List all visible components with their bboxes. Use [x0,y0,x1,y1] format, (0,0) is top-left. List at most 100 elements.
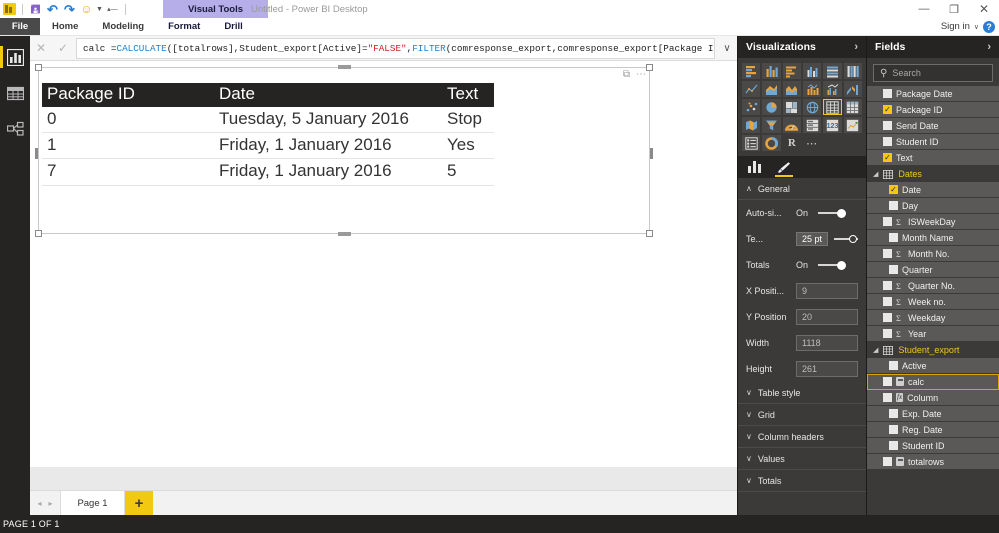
table-icon[interactable] [823,99,842,115]
field-item-text[interactable]: ✓ Text [867,150,999,166]
filled-map-icon[interactable] [742,117,761,133]
section-values[interactable]: ∨ Values [738,448,866,470]
feedback-smiley-icon[interactable]: ☺ [79,2,94,17]
field-item-student-id[interactable]: Student ID [867,134,999,150]
report-page[interactable]: ⧉ ⋯ Package ID Date Text 0 Tuesday, 5 Ja… [30,61,737,467]
ribbon-tab-format[interactable]: Format [156,18,212,35]
funnel-chart-icon[interactable] [762,117,781,133]
section-table-style[interactable]: ∨ Table style [738,382,866,404]
column-header-package-id[interactable]: Package ID [42,83,214,107]
stacked-column-chart-icon[interactable] [762,63,781,79]
field-table-student-export[interactable]: ◢ Student_export [867,342,999,358]
undo-icon[interactable]: ↶ [45,2,60,17]
line-chart-icon[interactable] [742,81,761,97]
field-item-reg-date[interactable]: Reg. Date [867,422,999,438]
field-checkbox[interactable]: ✓ [883,153,892,162]
field-item-exp-date[interactable]: Exp. Date [867,406,999,422]
field-checkbox[interactable] [883,121,892,130]
line-stacked-column-chart-icon[interactable] [803,81,822,97]
100-stacked-column-chart-icon[interactable] [843,63,862,79]
table-row[interactable]: 0 Tuesday, 5 January 2016 Stop [42,106,494,133]
formula-accept-icon[interactable]: ✓ [52,36,74,61]
resize-handle-left[interactable] [35,147,38,159]
sign-in-button[interactable]: Sign in [941,21,970,32]
field-item-student-id[interactable]: Student ID [867,438,999,454]
sign-in-chevron-down-icon[interactable]: ∨ [974,23,979,31]
field-item-year[interactable]: Σ Year [867,326,999,342]
field-checkbox[interactable] [883,457,892,466]
ribbon-tab-file[interactable]: File [0,18,40,35]
resize-handle-bottom-left[interactable] [35,230,42,237]
page-prev-icon[interactable]: ◂ [37,499,41,508]
gauge-icon[interactable] [782,117,801,133]
formula-expand-chevron-icon[interactable]: ∨ [717,36,737,61]
field-checkbox[interactable] [883,313,892,322]
field-checkbox[interactable] [883,89,892,98]
pie-chart-icon[interactable] [762,99,781,115]
field-item-quarter[interactable]: Quarter [867,262,999,278]
field-item-package-id[interactable]: ✓ Package ID [867,102,999,118]
field-item-package-date[interactable]: Package Date [867,86,999,102]
kpi-icon[interactable] [843,117,862,133]
field-checkbox[interactable] [883,393,892,402]
field-item-calc[interactable]: calc [867,374,999,390]
rail-item-model-view[interactable] [0,114,30,144]
field-item-day[interactable]: Day [867,198,999,214]
save-icon[interactable]: 🖪 [28,2,43,17]
y-position-input[interactable]: 20 [796,309,858,325]
resize-handle-top-right[interactable] [646,64,653,71]
close-button[interactable]: ✕ [969,0,999,18]
minimize-button[interactable]: — [909,0,939,18]
field-checkbox[interactable]: ✓ [889,185,898,194]
resize-handle-bottom-right[interactable] [646,230,653,237]
text-size-slider[interactable] [834,235,858,244]
donut-chart-icon[interactable] [762,135,781,151]
clustered-bar-chart-icon[interactable] [782,63,801,79]
field-item-isweekday[interactable]: Σ ISWeekDay [867,214,999,230]
card-icon[interactable]: 123 [823,117,842,133]
scatter-chart-icon[interactable] [742,99,761,115]
restore-button[interactable]: ❐ [939,0,969,18]
ribbon-tab-modeling[interactable]: Modeling [90,18,156,35]
field-item-send-date[interactable]: Send Date [867,118,999,134]
search-input[interactable]: Search [892,68,921,78]
table-row[interactable]: 1 Friday, 1 January 2016 Yes [42,132,494,160]
field-checkbox[interactable] [883,137,892,146]
stacked-area-chart-icon[interactable] [782,81,801,97]
section-column-headers[interactable]: ∨ Column headers [738,426,866,448]
line-clustered-column-chart-icon[interactable] [823,81,842,97]
field-item-month-name[interactable]: Month Name [867,230,999,246]
smiley-dropdown-icon[interactable]: ▼ [96,6,103,13]
field-item-totalrows[interactable]: totalrows [867,454,999,470]
field-checkbox[interactable] [889,233,898,242]
resize-handle-top-left[interactable] [35,64,42,71]
section-grid[interactable]: ∨ Grid [738,404,866,426]
more-visuals-icon[interactable]: ⋯ [803,135,821,151]
treemap-icon[interactable] [782,99,801,115]
field-checkbox[interactable] [889,425,898,434]
field-item-week-no-[interactable]: Σ Week no. [867,294,999,310]
resize-handle-bottom[interactable] [338,232,351,236]
section-general[interactable]: ∧ General [738,178,866,200]
ribbon-tab-drill[interactable]: Drill [212,18,254,35]
table-expand-caret-icon[interactable]: ◢ [873,346,878,354]
qat-customize-icon[interactable]: ▴— [105,2,120,17]
column-header-text[interactable]: Text [442,83,494,107]
formula-cancel-icon[interactable]: ✕ [30,36,52,61]
matrix-icon[interactable] [843,99,862,115]
r-script-visual-icon[interactable]: R [783,135,801,151]
field-checkbox[interactable] [883,377,892,386]
add-page-button[interactable]: + [125,491,153,515]
focus-mode-icon[interactable]: ⧉ [623,70,630,80]
field-checkbox[interactable] [883,249,892,258]
section-totals[interactable]: ∨ Totals [738,470,866,492]
field-item-column[interactable]: fx Column [867,390,999,406]
formula-input[interactable]: calc = CALCULATE ([totalrows],Student_exp… [76,37,715,59]
rail-item-report-view[interactable] [0,42,30,72]
pane-tab-format[interactable] [775,156,793,178]
totals-toggle[interactable] [818,260,846,270]
table-expand-caret-icon[interactable]: ◢ [873,170,878,178]
more-options-ellipsis-icon[interactable]: ⋯ [636,70,646,80]
resize-handle-top[interactable] [338,65,351,69]
page-tab-page-1[interactable]: Page 1 [60,491,125,515]
